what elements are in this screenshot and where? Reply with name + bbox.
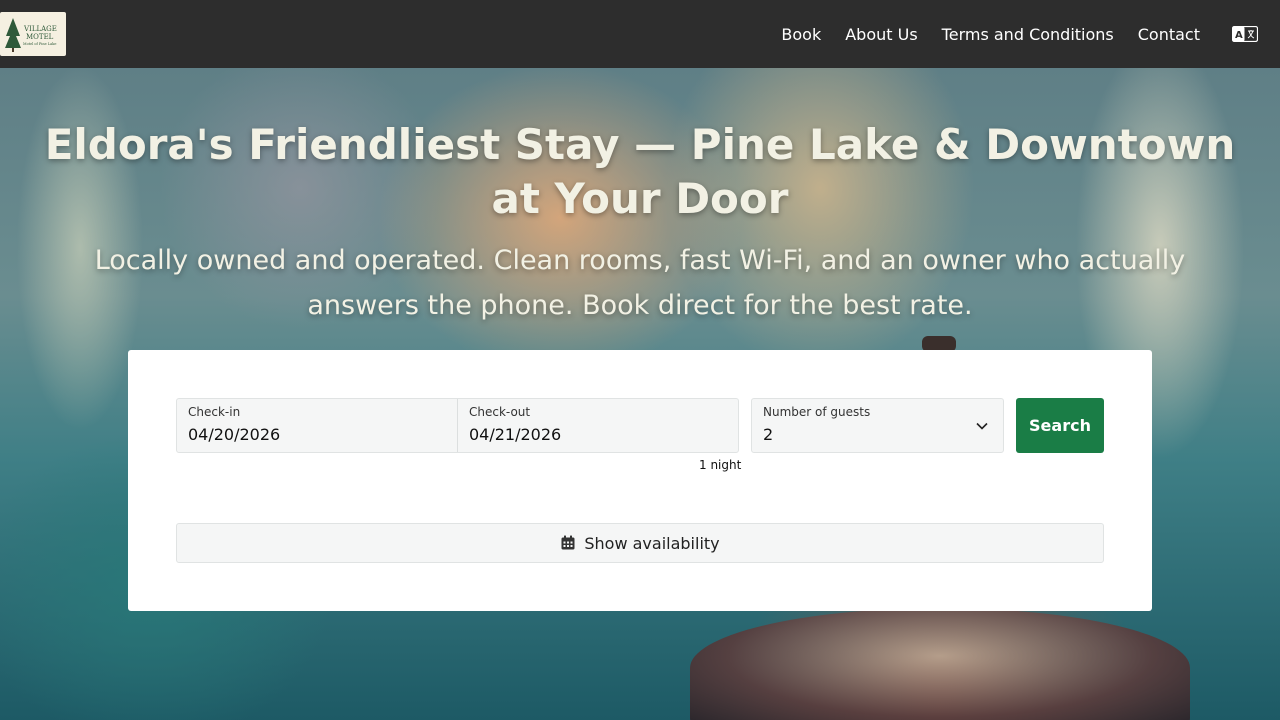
nav-link-terms[interactable]: Terms and Conditions xyxy=(942,25,1114,44)
date-range-picker: Check-in 04/20/2026 Check-out 04/21/2026 xyxy=(176,398,739,453)
show-availability-label: Show availability xyxy=(584,533,720,553)
bell-image xyxy=(690,608,1190,720)
calendar-icon xyxy=(561,535,575,550)
guests-select[interactable]: Number of guests 2 xyxy=(751,398,1004,453)
chevron-down-icon xyxy=(976,422,988,430)
svg-text:VILLAGE: VILLAGE xyxy=(23,25,57,33)
hero-headline: Eldora's Friendliest Stay — Pine Lake & … xyxy=(44,120,1236,223)
guests-label: Number of guests xyxy=(763,405,871,419)
language-icon[interactable]: A xyxy=(1232,26,1258,42)
svg-text:MOTEL: MOTEL xyxy=(26,33,54,41)
checkin-value[interactable]: 04/20/2026 xyxy=(188,425,446,445)
guests-value[interactable]: 2 xyxy=(763,425,992,445)
checkin-label: Check-in xyxy=(188,405,241,419)
checkin-field[interactable]: Check-in 04/20/2026 xyxy=(177,399,458,452)
booking-card: Check-in 04/20/2026 Check-out 04/21/2026… xyxy=(128,350,1152,611)
nav-link-contact[interactable]: Contact xyxy=(1138,25,1200,44)
main-nav: Book About Us Terms and Conditions Conta… xyxy=(757,0,1200,68)
checkout-value[interactable]: 04/21/2026 xyxy=(469,425,727,445)
logo[interactable]: VILLAGE MOTEL Motel of Pine Lake xyxy=(0,12,66,56)
show-availability-button[interactable]: Show availability xyxy=(176,523,1104,563)
nav-link-book[interactable]: Book xyxy=(781,25,821,44)
checkout-field[interactable]: Check-out 04/21/2026 xyxy=(458,399,738,452)
nav-link-about-us[interactable]: About Us xyxy=(845,25,917,44)
checkout-label: Check-out xyxy=(469,405,531,419)
nights-count: 1 night xyxy=(699,458,742,472)
navbar: VILLAGE MOTEL Motel of Pine Lake Book Ab… xyxy=(0,0,1280,68)
svg-text:A: A xyxy=(1235,30,1243,41)
svg-text:Motel of Pine Lake: Motel of Pine Lake xyxy=(23,42,56,46)
hero-subline: Locally owned and operated. Clean rooms,… xyxy=(94,245,1186,321)
search-button[interactable]: Search xyxy=(1016,398,1104,453)
